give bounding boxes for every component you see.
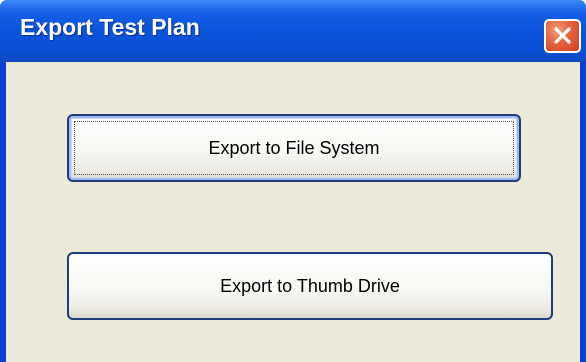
close-button[interactable]: [544, 19, 581, 53]
title-bar[interactable]: Export Test Plan: [0, 0, 586, 62]
dialog-window: Export Test Plan Export to File System E…: [0, 0, 586, 362]
export-to-file-system-button[interactable]: Export to File System: [67, 114, 521, 182]
dialog-body: Export to File System Export to Thumb Dr…: [6, 62, 580, 362]
close-icon: [554, 27, 571, 44]
export-to-thumb-drive-button[interactable]: Export to Thumb Drive: [67, 252, 553, 320]
export-to-file-system-label: Export to File System: [208, 137, 380, 158]
export-to-thumb-drive-label: Export to Thumb Drive: [220, 275, 400, 296]
window-title: Export Test Plan: [20, 14, 200, 40]
